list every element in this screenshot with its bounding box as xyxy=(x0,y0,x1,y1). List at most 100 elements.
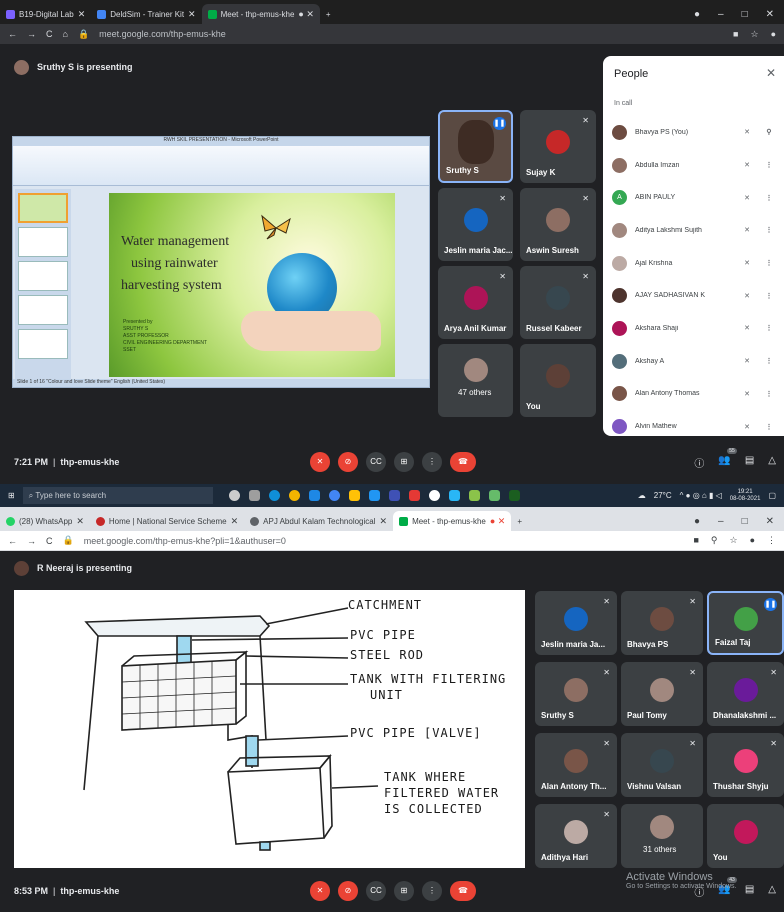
participant-tile[interactable]: ✕ Arya Anil Kumar xyxy=(438,266,513,339)
more-options-icon[interactable]: ⋮ xyxy=(759,161,779,169)
app-icon[interactable] xyxy=(488,490,500,501)
people-list-item[interactable]: Alvin Mathew ✕ ⋮ xyxy=(603,410,784,443)
app-icon[interactable] xyxy=(408,490,420,501)
back-icon[interactable]: ← xyxy=(8,536,17,546)
minimize-icon[interactable]: – xyxy=(718,516,724,527)
present-button[interactable]: ⊞ xyxy=(394,881,414,901)
tab-close-icon[interactable]: ✕ xyxy=(78,9,86,20)
info-icon[interactable]: ⓘ xyxy=(694,455,704,470)
task-view-icon[interactable] xyxy=(248,490,260,501)
minimize-icon[interactable]: – xyxy=(718,9,724,20)
zoom-icon[interactable]: ⚲ xyxy=(711,535,718,546)
app-icon[interactable] xyxy=(448,490,460,501)
browser-tab[interactable]: APJ Abdul Kalam Technological ✕ xyxy=(244,511,393,531)
notifications-icon[interactable]: ▢ xyxy=(768,491,776,500)
edge-icon[interactable] xyxy=(268,490,280,501)
browser-tab[interactable]: Home | National Service Scheme ✕ xyxy=(90,511,244,531)
bookmark-star-icon[interactable]: ☆ xyxy=(729,535,737,546)
captions-button[interactable]: CC xyxy=(366,452,386,472)
camera-toggle-button[interactable]: ⊘ xyxy=(338,452,358,472)
more-options-icon[interactable]: ⋮ xyxy=(759,259,779,267)
back-icon[interactable]: ← xyxy=(8,29,17,39)
mic-toggle-button[interactable]: ✕ xyxy=(310,452,330,472)
participant-tile[interactable]: ✕ Sujay K xyxy=(520,110,596,183)
mic-toggle-button[interactable]: ✕ xyxy=(310,881,330,901)
cortana-icon[interactable] xyxy=(228,490,240,501)
forward-icon[interactable]: → xyxy=(27,29,36,39)
participant-tile[interactable]: ✕ Jeslin maria Ja... xyxy=(535,591,617,655)
people-icon[interactable]: 👥 55 xyxy=(718,447,737,470)
tab-close-icon[interactable]: ✕ xyxy=(188,9,196,20)
vscode-icon[interactable] xyxy=(368,490,380,501)
participant-tile[interactable]: ✕ Jeslin maria Jac... xyxy=(438,188,513,261)
activities-icon[interactable]: △ xyxy=(768,455,776,470)
maximize-icon[interactable]: □ xyxy=(742,516,748,527)
tray-icons[interactable]: ^ ● ◎ ⌂ ▮ ◁ xyxy=(680,491,722,500)
new-tab-button[interactable]: + xyxy=(320,4,337,24)
present-button[interactable]: ⊞ xyxy=(394,452,414,472)
browser-tab[interactable]: DeldSim - Trainer Kit ✕ xyxy=(91,4,201,24)
people-list-item[interactable]: Abdulla Imzan ✕ ⋮ xyxy=(603,149,784,182)
people-list-item[interactable]: Bhavya PS (You) ✕ ⚲ xyxy=(603,116,784,149)
profile-icon[interactable]: ● xyxy=(694,9,700,20)
close-window-icon[interactable]: ✕ xyxy=(766,9,774,20)
file-explorer-icon[interactable] xyxy=(348,490,360,501)
more-options-icon[interactable]: ⋮ xyxy=(759,292,779,300)
participant-tile[interactable]: ❚❚ Sruthy S xyxy=(438,110,513,183)
camera-toggle-button[interactable]: ⊘ xyxy=(338,881,358,901)
profile-icon[interactable]: ● xyxy=(694,516,700,527)
home-icon[interactable]: ⌂ xyxy=(63,29,68,39)
more-options-icon[interactable]: ⋮ xyxy=(759,390,779,398)
url-field[interactable]: meet.google.com/thp-emus-khe xyxy=(99,29,226,39)
pin-icon[interactable]: ⚲ xyxy=(759,128,779,136)
close-icon[interactable]: ✕ xyxy=(766,66,776,80)
participant-tile[interactable]: ✕ Thushar Shyju xyxy=(707,733,784,797)
participant-tile[interactable]: ✕ Alan Antony Th... xyxy=(535,733,617,797)
tab-close-icon[interactable]: ● ✕ xyxy=(490,516,505,527)
app-icon[interactable] xyxy=(328,490,340,501)
browser-tab[interactable]: (28) WhatsApp ✕ xyxy=(0,511,90,531)
app-icon[interactable] xyxy=(388,490,400,501)
maximize-icon[interactable]: □ xyxy=(742,9,748,20)
more-options-icon[interactable]: ⋮ xyxy=(759,324,779,332)
participant-tile[interactable]: ✕ Sruthy S xyxy=(535,662,617,726)
browser-tab-active[interactable]: Meet - thp-emus-khe ● ✕ xyxy=(201,4,320,24)
people-list-item[interactable]: A ABIN PAULY ✕ ⋮ xyxy=(603,181,784,214)
people-list-item[interactable]: Ajal Krishna ✕ ⋮ xyxy=(603,247,784,280)
tab-close-icon[interactable]: ✕ xyxy=(231,516,239,527)
browser-tab-active[interactable]: Meet - thp-emus-khe ● ✕ xyxy=(393,511,512,531)
new-tab-button[interactable]: + xyxy=(511,511,528,531)
windows-start-icon[interactable]: ⊞ xyxy=(8,491,15,500)
reload-icon[interactable]: C xyxy=(46,29,53,39)
participant-tile[interactable]: ✕ Adithya Hari xyxy=(535,804,617,868)
more-options-button[interactable]: ⋮ xyxy=(422,881,442,901)
people-list-item[interactable]: Akshay A ✕ ⋮ xyxy=(603,345,784,378)
menu-icon[interactable]: ⋮ xyxy=(767,535,776,546)
leave-call-button[interactable]: ☎ xyxy=(450,881,476,901)
app-icon[interactable] xyxy=(468,490,480,501)
self-tile[interactable]: You xyxy=(707,804,784,868)
leave-call-button[interactable]: ☎ xyxy=(450,452,476,472)
more-options-icon[interactable]: ⋮ xyxy=(759,357,779,365)
participant-tile[interactable]: ❚❚ Faizal Taj xyxy=(707,591,784,655)
chat-icon[interactable]: ▤ xyxy=(745,455,754,470)
browser-tab[interactable]: B19-Digital Lab ✕ xyxy=(0,4,91,24)
app-icon[interactable] xyxy=(428,490,440,501)
others-tile[interactable]: 31 others xyxy=(621,804,703,868)
url-field[interactable]: meet.google.com/thp-emus-khe?pli=1&authu… xyxy=(84,536,286,546)
participant-tile[interactable]: ✕ Vishnu Valsan xyxy=(621,733,703,797)
excel-icon[interactable] xyxy=(508,490,520,501)
forward-icon[interactable]: → xyxy=(27,536,36,546)
people-list-item[interactable]: Akshara Shaji ✕ ⋮ xyxy=(603,312,784,345)
more-options-icon[interactable]: ⋮ xyxy=(759,423,779,431)
tab-close-icon[interactable]: ✕ xyxy=(76,516,84,527)
close-window-icon[interactable]: ✕ xyxy=(766,516,774,527)
participant-tile[interactable]: ✕ Aswin Suresh xyxy=(520,188,596,261)
profile-avatar-icon[interactable]: ● xyxy=(750,535,755,546)
tab-close-icon[interactable]: ● ✕ xyxy=(298,9,313,20)
taskbar-search-input[interactable]: ⌕ Type here to search xyxy=(22,487,213,504)
participant-tile[interactable]: ✕ Dhanalakshmi ... xyxy=(707,662,784,726)
app-icon[interactable] xyxy=(308,490,320,501)
activities-icon[interactable]: △ xyxy=(768,884,776,899)
camera-icon[interactable]: ■ xyxy=(693,535,698,546)
